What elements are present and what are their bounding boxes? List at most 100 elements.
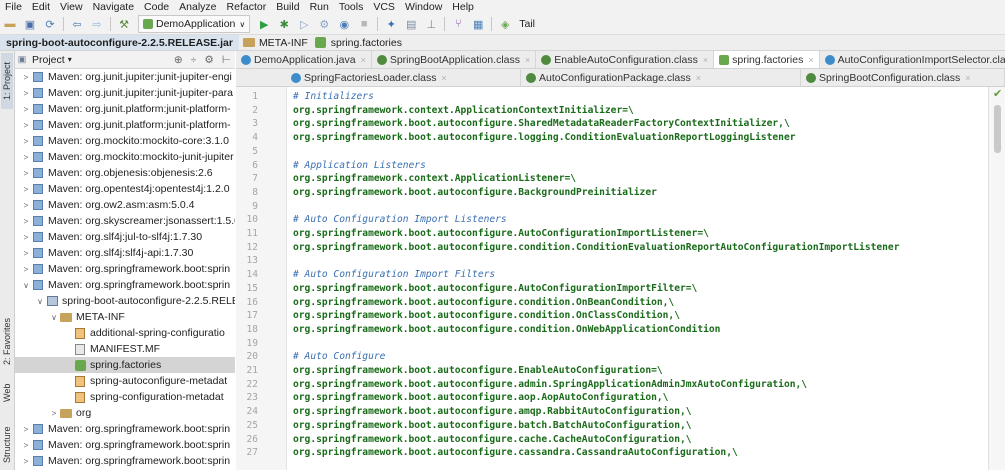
chevron-right-icon[interactable]: >: [49, 409, 59, 418]
tree-item[interactable]: > Maven: org.junit.platform:junit-platfor…: [15, 117, 235, 133]
chevron-right-icon[interactable]: >: [21, 457, 31, 466]
chevron-right-icon[interactable]: >: [21, 441, 31, 450]
tail-label[interactable]: Tail: [519, 18, 535, 30]
tree-item[interactable]: > Maven: org.springframework.boot:sprin: [15, 437, 235, 453]
run-icon[interactable]: ▶: [257, 17, 271, 31]
chevron-right-icon[interactable]: >: [21, 233, 31, 242]
forward-icon[interactable]: ⇨: [90, 17, 104, 31]
tree-item[interactable]: spring-configuration-metadat: [15, 389, 235, 405]
tree-item[interactable]: > Maven: org.objenesis:objenesis:2.6: [15, 165, 235, 181]
editor-tab[interactable]: SpringBootConfiguration.class ×: [801, 69, 1005, 86]
menu-window[interactable]: Window: [400, 0, 447, 14]
settings-gear-icon[interactable]: ⚙: [204, 54, 213, 66]
tree-item[interactable]: > Maven: org.junit.jupiter:junit-jupiter-…: [15, 85, 235, 101]
chevron-right-icon[interactable]: >: [21, 121, 31, 130]
tree-item[interactable]: additional-spring-configuratio: [15, 325, 235, 341]
menu-vcs[interactable]: VCS: [368, 0, 400, 14]
editor-tab[interactable]: SpringFactoriesLoader.class ×: [286, 69, 521, 86]
tree-item[interactable]: > Maven: org.slf4j:slf4j-api:1.7.30: [15, 245, 235, 261]
chevron-right-icon[interactable]: >: [21, 169, 31, 178]
chevron-down-icon[interactable]: ▾: [68, 55, 72, 64]
close-icon[interactable]: ×: [525, 55, 530, 65]
tree-item[interactable]: > Maven: org.junit.platform:junit-platfor…: [15, 101, 235, 117]
chevron-right-icon[interactable]: >: [21, 153, 31, 162]
tree-item[interactable]: > Maven: org.springframework.boot:sprin: [15, 421, 235, 437]
save-icon[interactable]: ▣: [23, 17, 37, 31]
close-icon[interactable]: ×: [696, 73, 701, 83]
menu-tools[interactable]: Tools: [334, 0, 369, 14]
chevron-right-icon[interactable]: >: [21, 249, 31, 258]
project-view-select[interactable]: Project: [32, 54, 65, 66]
editor-tab[interactable]: AutoConfigurationImportSelector.class×: [820, 51, 1005, 68]
project-structure-icon[interactable]: ▤: [404, 17, 418, 31]
menu-build[interactable]: Build: [271, 0, 304, 14]
tree-item[interactable]: > Maven: org.junit.jupiter:junit-jupiter-…: [15, 69, 235, 85]
chevron-right-icon[interactable]: >: [21, 201, 31, 210]
editor-tab[interactable]: DemoApplication.java ×: [236, 51, 372, 68]
chevron-right-icon[interactable]: >: [21, 425, 31, 434]
stop-icon[interactable]: ■: [357, 17, 371, 31]
close-icon[interactable]: ×: [361, 55, 366, 65]
run-configuration-select[interactable]: DemoApplication ∨: [138, 15, 251, 33]
chevron-right-icon[interactable]: >: [21, 265, 31, 274]
chevron-down-icon[interactable]: ∨: [35, 297, 45, 306]
chevron-right-icon[interactable]: >: [21, 105, 31, 114]
web-tool-tab[interactable]: Web: [1, 381, 13, 405]
tree-item[interactable]: > org: [15, 405, 235, 421]
chevron-right-icon[interactable]: >: [21, 89, 31, 98]
tree-item[interactable]: spring.factories: [15, 357, 235, 373]
tree-item[interactable]: > Maven: org.mockito:mockito-core:3.1.0: [15, 133, 235, 149]
open-folder-icon[interactable]: ▬: [3, 17, 17, 31]
menu-help[interactable]: Help: [447, 0, 479, 14]
tree-item[interactable]: ∨ META-INF: [15, 309, 235, 325]
attach-icon[interactable]: ◉: [337, 17, 351, 31]
menu-file[interactable]: File: [0, 0, 27, 14]
chevron-down-icon[interactable]: ∨: [21, 281, 31, 290]
sync-icon[interactable]: ⟳: [43, 17, 57, 31]
code-editor[interactable]: # Initializers org.springframework.contex…: [287, 87, 987, 470]
menu-refactor[interactable]: Refactor: [222, 0, 272, 14]
menu-view[interactable]: View: [55, 0, 88, 14]
tree-item[interactable]: > Maven: org.springframework.boot:sprin: [15, 453, 235, 469]
scrollbar-thumb[interactable]: [994, 105, 1001, 153]
settings-wrench-icon[interactable]: ✦: [384, 17, 398, 31]
breadcrumb-jar[interactable]: spring-boot-autoconfigure-2.2.5.RELEASE.…: [0, 35, 239, 50]
breadcrumb-file[interactable]: spring.factories: [311, 37, 405, 49]
tree-item[interactable]: ∨ Maven: org.springframework.boot:sprin: [15, 277, 235, 293]
chevron-right-icon[interactable]: >: [21, 217, 31, 226]
tree-item[interactable]: spring-autoconfigure-metadat: [15, 373, 235, 389]
tree-item[interactable]: > Maven: org.skyscreamer:jsonassert:1.5.0: [15, 213, 235, 229]
profile-icon[interactable]: ⚙: [317, 17, 331, 31]
chevron-down-icon[interactable]: ∨: [49, 313, 59, 322]
close-icon[interactable]: ×: [808, 55, 813, 65]
close-icon[interactable]: ×: [965, 73, 970, 83]
tree-item[interactable]: > Maven: org.slf4j:jul-to-slf4j:1.7.30: [15, 229, 235, 245]
editor-tab[interactable]: AutoConfigurationPackage.class ×: [521, 69, 801, 86]
plugin-icon[interactable]: ◈: [498, 17, 512, 31]
chevron-right-icon[interactable]: >: [21, 185, 31, 194]
tree-item[interactable]: > Maven: org.ow2.asm:asm:5.0.4: [15, 197, 235, 213]
tree-item[interactable]: MANIFEST.MF: [15, 341, 235, 357]
favorites-tool-tab[interactable]: 2: Favorites: [1, 306, 13, 376]
menu-code[interactable]: Code: [139, 0, 174, 14]
close-icon[interactable]: ×: [703, 55, 708, 65]
tree-item[interactable]: > Maven: org.springframework.boot:sprin: [15, 261, 235, 277]
menu-navigate[interactable]: Navigate: [88, 0, 139, 14]
collapse-all-icon[interactable]: ÷: [191, 54, 197, 66]
sdk-manager-icon[interactable]: ⊥: [424, 17, 438, 31]
menu-edit[interactable]: Edit: [27, 0, 55, 14]
project-tool-tab[interactable]: 1: Project: [1, 53, 13, 109]
editor-tab[interactable]: SpringBootApplication.class ×: [372, 51, 537, 68]
coverage-icon[interactable]: ▷: [297, 17, 311, 31]
editor-tab[interactable]: spring.factories ×: [714, 51, 820, 68]
editor-scrollbar[interactable]: ✔: [988, 87, 1005, 470]
tree-item[interactable]: > Maven: org.mockito:mockito-junit-jupite…: [15, 149, 235, 165]
tree-item[interactable]: ∨ spring-boot-autoconfigure-2.2.5.RELE: [15, 293, 235, 309]
menu-analyze[interactable]: Analyze: [174, 0, 221, 14]
chevron-right-icon[interactable]: >: [21, 137, 31, 146]
chevron-right-icon[interactable]: >: [21, 73, 31, 82]
back-icon[interactable]: ⇦: [70, 17, 84, 31]
vcs-icon[interactable]: ⑂: [451, 17, 465, 31]
close-icon[interactable]: ×: [442, 73, 447, 83]
structure-tool-tab[interactable]: Structure: [1, 421, 13, 469]
